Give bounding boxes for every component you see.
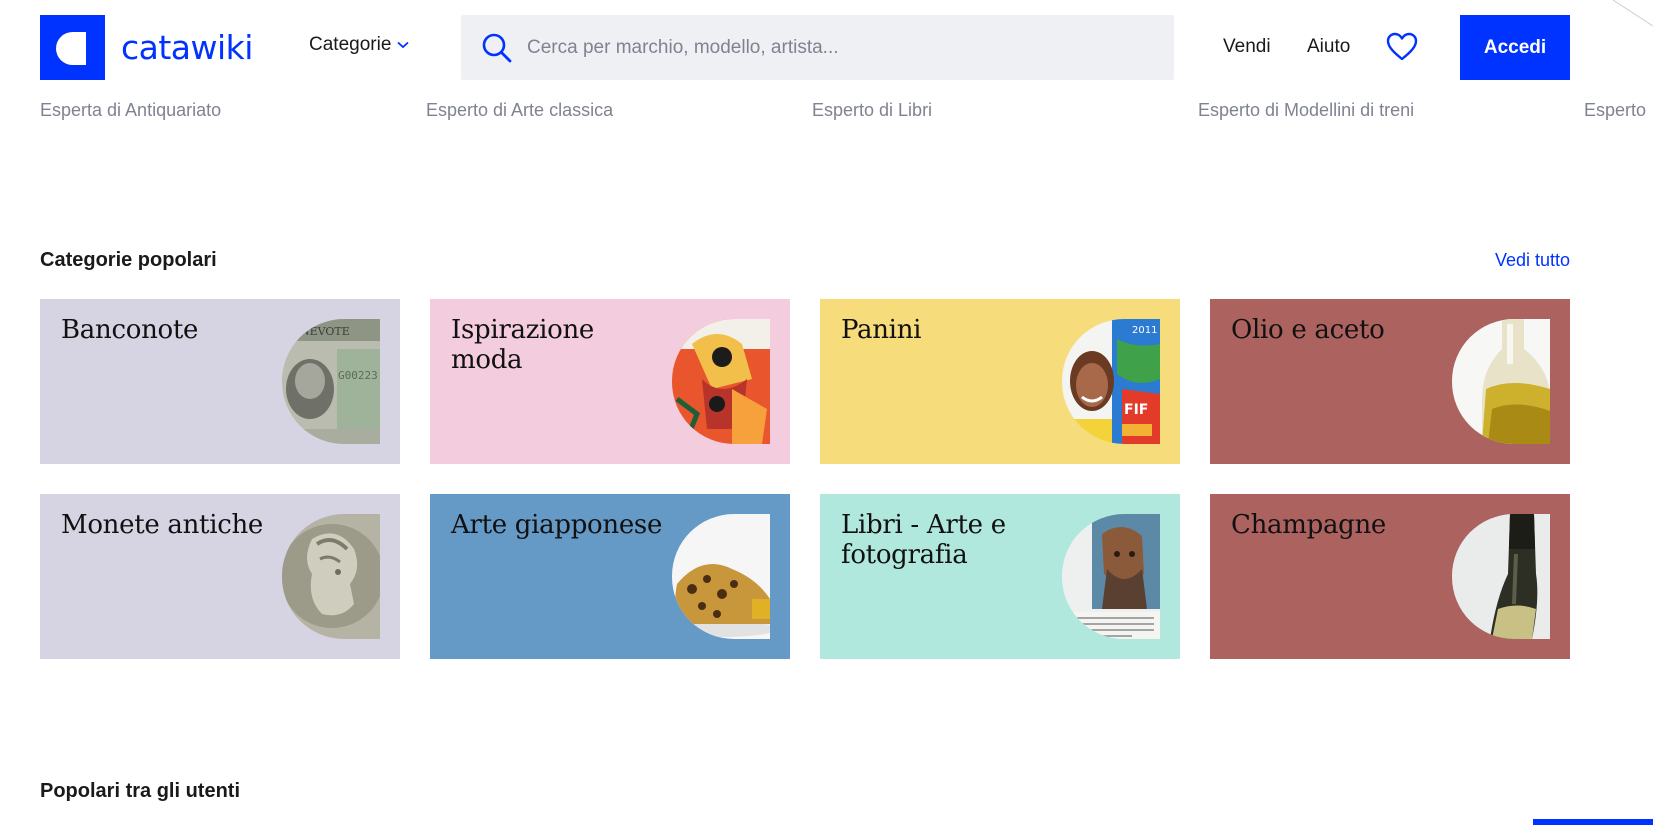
expert-caption: Esperto di Modellini di treni <box>1198 100 1415 120</box>
sell-link[interactable]: Vendi <box>1223 36 1271 58</box>
bottom-accent-bar <box>1533 819 1653 825</box>
page: catawiki Categorie Vendi Aiuto Accedi Es… <box>0 0 1653 825</box>
category-card-title: Libri - Arte e fotografia <box>841 510 1006 570</box>
category-card-title: Banconote <box>61 315 199 345</box>
expert-caption: Esperto <box>1584 100 1647 120</box>
category-card-olio-e-aceto[interactable]: Olio e aceto <box>1210 299 1570 464</box>
categories-menu-label: Categorie <box>309 34 392 55</box>
japanese-art-thumbnail <box>672 514 770 639</box>
expert-caption: Esperto di Arte classica <box>426 100 614 120</box>
svg-text:2011: 2011 <box>1132 325 1157 336</box>
categories-menu-button[interactable]: Categorie <box>309 34 409 56</box>
category-card-title: Olio e aceto <box>1231 315 1385 345</box>
svg-text:G00223: G00223 <box>338 369 378 382</box>
sticker-album-thumbnail: 2011 FIF <box>1062 319 1160 444</box>
category-card-ispirazione-moda[interactable]: Ispirazione moda <box>430 299 790 464</box>
ancient-coin-thumbnail <box>282 514 380 639</box>
category-card-title: Champagne <box>1231 510 1387 540</box>
category-card-libri-arte-e-fotografia[interactable]: Libri - Arte e fotografia <box>820 494 1180 659</box>
category-card-title: Panini <box>841 315 922 345</box>
photo-book-thumbnail <box>1062 514 1160 639</box>
catawiki-logo[interactable]: catawiki <box>40 15 253 80</box>
category-card-title: Monete antiche <box>61 510 264 540</box>
search-icon <box>482 33 512 62</box>
category-card-champagne[interactable]: Champagne <box>1210 494 1570 659</box>
favorites-heart-icon[interactable] <box>1386 32 1418 62</box>
popular-categories-title: Categorie popolari <box>40 249 217 271</box>
category-card-title: Ispirazione moda <box>451 315 595 375</box>
category-card-arte-giapponese[interactable]: Arte giapponese <box>430 494 790 659</box>
fashion-scarf-thumbnail <box>672 319 770 444</box>
logo-mark-icon <box>40 15 105 80</box>
help-link[interactable]: Aiuto <box>1307 36 1350 58</box>
top-header: catawiki Categorie Vendi Aiuto Accedi <box>0 0 1653 80</box>
svg-text:FIF: FIF <box>1124 402 1148 418</box>
category-card-panini[interactable]: Panini 2011 FIF <box>820 299 1180 464</box>
corner-divider <box>1613 0 1653 27</box>
category-card-banconote[interactable]: Banconote NEVOTE G00223 <box>40 299 400 464</box>
banknote-thumbnail: NEVOTE G00223 <box>282 319 380 444</box>
login-button[interactable]: Accedi <box>1460 15 1570 80</box>
champagne-bottle-thumbnail <box>1452 514 1550 639</box>
popular-users-title: Popolari tra gli utenti <box>40 780 241 802</box>
chevron-down-icon <box>397 41 409 49</box>
svg-text:NEVOTE: NEVOTE <box>300 325 350 338</box>
expert-caption: Esperta di Antiquariato <box>40 100 222 120</box>
logo-text: catawiki <box>121 28 253 67</box>
oil-bottle-thumbnail <box>1452 319 1550 444</box>
search-input[interactable] <box>527 36 1127 59</box>
see-all-link[interactable]: Vedi tutto <box>1495 250 1570 271</box>
search-bar[interactable] <box>461 15 1174 80</box>
expert-caption: Esperto di Libri <box>812 100 933 120</box>
category-card-title: Arte giapponese <box>451 510 663 540</box>
category-card-monete-antiche[interactable]: Monete antiche <box>40 494 400 659</box>
experts-row: Esperta di Antiquariato Esperto di Arte … <box>0 100 1653 126</box>
